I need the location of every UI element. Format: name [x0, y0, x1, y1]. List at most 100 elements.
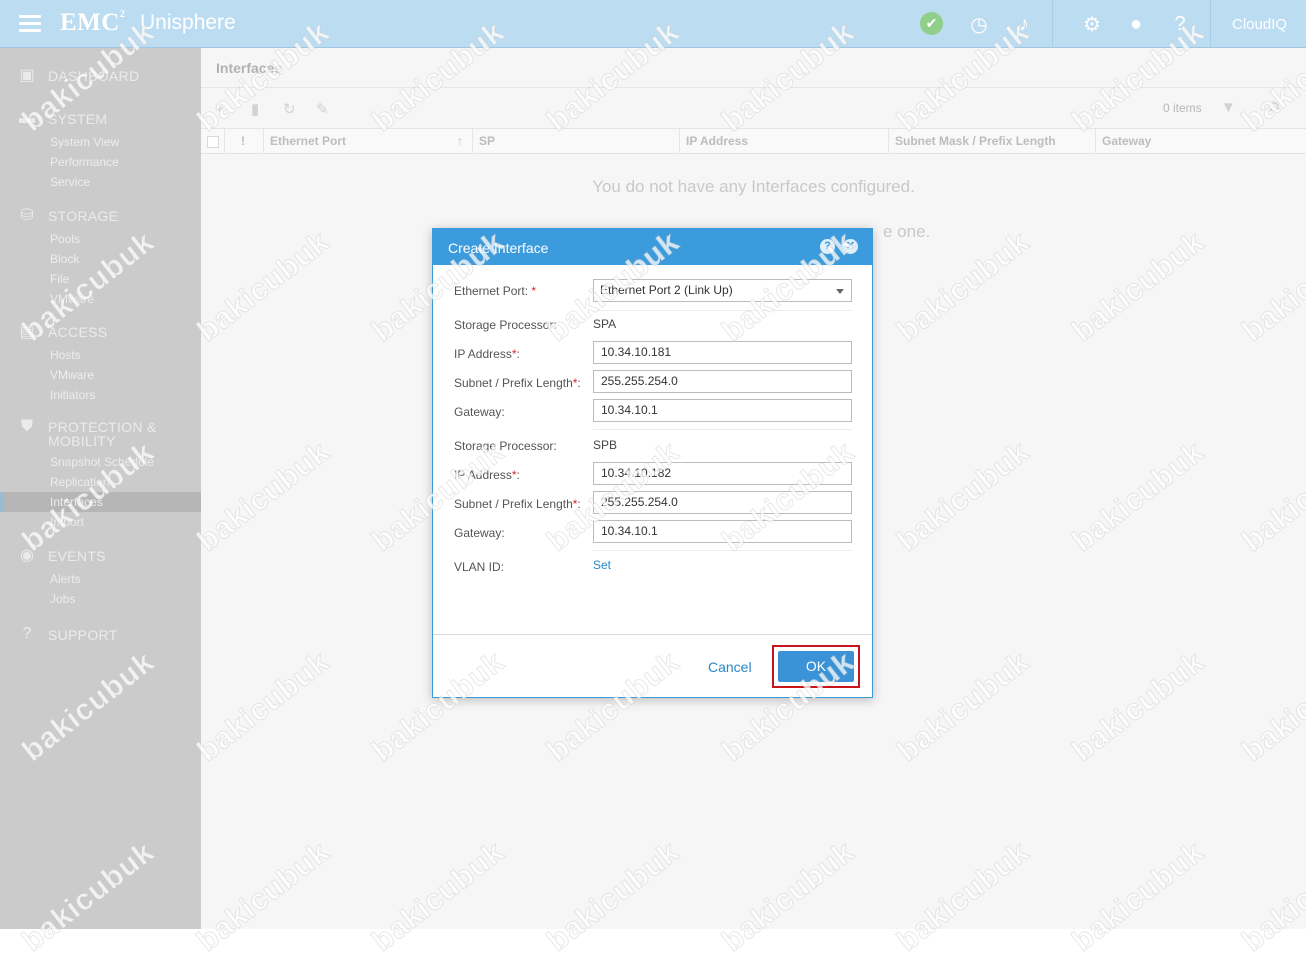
ethernet-port-label: Ethernet Port: *	[454, 284, 537, 298]
sidebar-item-interfaces[interactable]: Interfaces	[50, 495, 103, 509]
spa-ip-label: IP Address*:	[454, 347, 520, 361]
dashboard-icon: ▣	[19, 67, 35, 84]
vlan-id-label: VLAN ID:	[454, 560, 505, 574]
cloudiq-icon[interactable]: CloudIQ	[1232, 16, 1287, 33]
sidebar-item-snapshot-schedule[interactable]: Snapshot Schedule	[50, 455, 154, 469]
help-icon[interactable]: ?	[820, 239, 835, 254]
sidebar-item-pools[interactable]: Pools	[50, 232, 80, 246]
sidebar-item-initiators[interactable]: Initiators	[50, 388, 95, 402]
column-subnet[interactable]: Subnet Mask / Prefix Length	[889, 129, 1096, 154]
column-ip-address[interactable]: IP Address	[680, 129, 889, 154]
create-interface-dialog: Create Interface ? ✕ Ethernet Port: * Et…	[432, 228, 873, 698]
vlan-set-link[interactable]: Set	[593, 558, 611, 572]
empty-message: You do not have any Interfaces configure…	[592, 177, 915, 196]
column-ethernet-port[interactable]: Ethernet Port ↑	[264, 129, 473, 154]
sidebar-section-access[interactable]: ACCESS	[48, 325, 107, 339]
sidebar-item-hosts[interactable]: Hosts	[50, 348, 81, 362]
sidebar-item-service[interactable]: Service	[50, 175, 90, 189]
item-count: 0 items	[1163, 101, 1202, 115]
support-icon: ?	[22, 625, 32, 642]
divider	[201, 87, 1306, 88]
table-header: ! Ethernet Port ↑ SP IP Address Subnet M…	[201, 128, 1306, 154]
spa-storage-processor-value: SPA	[593, 317, 617, 331]
column-gateway[interactable]: Gateway	[1096, 129, 1306, 154]
spb-subnet-label: Subnet / Prefix Length*:	[454, 497, 581, 511]
help-icon[interactable]: ?	[1167, 11, 1193, 37]
divider	[593, 429, 852, 430]
close-icon[interactable]: ✕	[843, 239, 858, 254]
spb-ip-input[interactable]: 10.34.10.182	[593, 462, 852, 485]
settings-icon[interactable]: ⚙	[1267, 98, 1280, 116]
column-status[interactable]: !	[225, 129, 264, 154]
sidebar-item-vmware-access[interactable]: VMware	[50, 368, 94, 382]
select-all-cell	[201, 129, 225, 154]
spa-gateway-input[interactable]: 10.34.10.1	[593, 399, 852, 422]
sidebar: ▣ DASHBOARD ▬ SYSTEM System View Perform…	[0, 48, 201, 929]
sidebar-item-vmware-storage[interactable]: VMware	[50, 292, 94, 306]
system-icon: ▬	[19, 110, 35, 127]
sidebar-item-replication[interactable]: Replication	[50, 475, 109, 489]
divider	[1210, 0, 1211, 48]
select-all-checkbox[interactable]	[207, 136, 219, 148]
add-icon[interactable]: +	[215, 100, 224, 117]
sidebar-item-system-view[interactable]: System View	[50, 135, 119, 149]
page-title: Interfaces	[216, 60, 283, 76]
column-ethernet-port-label: Ethernet Port	[270, 134, 347, 148]
spb-storage-processor-value: SPB	[593, 438, 618, 452]
divider	[1052, 0, 1053, 48]
sidebar-section-storage[interactable]: STORAGE	[48, 209, 118, 223]
edit-icon[interactable]: ✎	[316, 100, 329, 118]
gear-icon[interactable]: ⚙	[1079, 11, 1105, 37]
empty-hint: e one.	[883, 222, 931, 241]
health-ok-icon[interactable]: ✔	[920, 12, 943, 35]
sidebar-item-file[interactable]: File	[50, 272, 69, 286]
ethernet-port-select[interactable]: Ethernet Port 2 (Link Up)	[593, 279, 852, 302]
sidebar-item-block[interactable]: Block	[50, 252, 79, 266]
sidebar-section-protection-line2: MOBILITY	[48, 433, 116, 449]
clock-icon[interactable]: ◷	[966, 11, 992, 37]
chevron-down-icon	[836, 289, 844, 294]
user-icon[interactable]: ●	[1123, 11, 1149, 37]
spa-gateway-label: Gateway:	[454, 405, 505, 419]
ok-highlight-box: OK	[772, 645, 860, 688]
spb-ip-label: IP Address*:	[454, 468, 520, 482]
dialog-header: Create Interface ? ✕	[433, 229, 872, 265]
sidebar-item-jobs[interactable]: Jobs	[50, 592, 75, 606]
dialog-title: Create Interface	[448, 240, 549, 256]
spb-gateway-input[interactable]: 10.34.10.1	[593, 520, 852, 543]
sidebar-item-import[interactable]: Import	[50, 515, 84, 529]
ok-button[interactable]: OK	[778, 651, 854, 682]
sidebar-item-alerts[interactable]: Alerts	[50, 572, 81, 586]
shield-icon: ⛊	[20, 418, 33, 435]
sidebar-section-protection[interactable]: PROTECTION &	[48, 420, 157, 434]
brand-logo: EMC2	[60, 9, 126, 36]
product-name: Unisphere	[140, 11, 236, 34]
spa-ip-input[interactable]: 10.34.10.181	[593, 341, 852, 364]
column-sp[interactable]: SP	[473, 129, 680, 154]
top-bar: EMC2 Unisphere ✔ ◷ ♪ ⚙ ● ? CloudIQ	[0, 0, 1306, 48]
filter-icon[interactable]: ▼	[1221, 99, 1236, 116]
events-icon: ◉	[20, 547, 34, 564]
sidebar-section-dashboard[interactable]: DASHBOARD	[48, 69, 139, 83]
sort-asc-icon: ↑	[457, 134, 463, 148]
sidebar-item-performance[interactable]: Performance	[50, 155, 119, 169]
spb-storage-processor-label: Storage Processor:	[454, 439, 557, 453]
refresh-icon[interactable]: ↻	[283, 100, 296, 118]
divider	[593, 550, 852, 551]
spb-subnet-input[interactable]: 255.255.254.0	[593, 491, 852, 514]
divider	[593, 310, 852, 311]
divider	[433, 634, 872, 635]
menu-icon[interactable]	[19, 15, 41, 33]
access-icon: ▤	[19, 324, 35, 341]
delete-icon[interactable]: ▮	[251, 100, 259, 118]
cancel-button[interactable]: Cancel	[708, 659, 752, 675]
storage-icon: ⛁	[20, 207, 34, 224]
sidebar-section-system[interactable]: SYSTEM	[48, 112, 107, 126]
spa-subnet-label: Subnet / Prefix Length*:	[454, 376, 581, 390]
spa-storage-processor-label: Storage Processor:	[454, 318, 557, 332]
bell-icon[interactable]: ♪	[1011, 11, 1037, 37]
spa-subnet-input[interactable]: 255.255.254.0	[593, 370, 852, 393]
sidebar-section-support[interactable]: SUPPORT	[48, 628, 118, 642]
sidebar-section-events[interactable]: EVENTS	[48, 549, 106, 563]
spb-gateway-label: Gateway:	[454, 526, 505, 540]
